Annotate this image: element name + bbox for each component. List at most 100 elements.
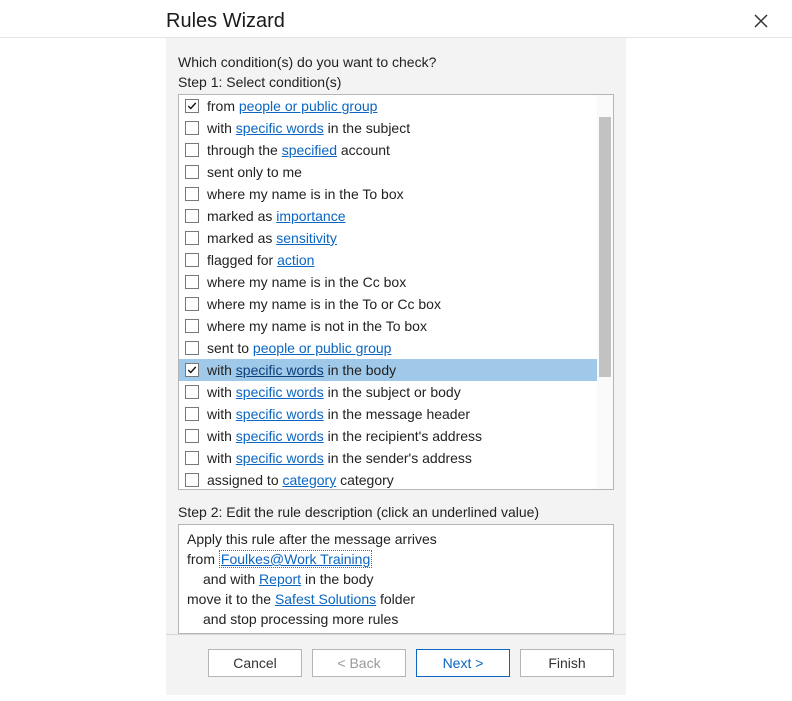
- desc-line-with: and with Report in the body: [187, 569, 605, 589]
- condition-row[interactable]: where my name is in the To box: [179, 183, 597, 205]
- condition-checkbox[interactable]: [185, 297, 199, 311]
- condition-link[interactable]: category: [283, 472, 337, 488]
- condition-link[interactable]: specific words: [236, 362, 324, 378]
- condition-text-part: marked as: [207, 230, 276, 246]
- condition-text: with specific words in the sender's addr…: [207, 448, 472, 468]
- condition-text-part: category: [336, 472, 394, 488]
- condition-checkbox[interactable]: [185, 319, 199, 333]
- condition-text: flagged for action: [207, 250, 314, 270]
- condition-row[interactable]: sent only to me: [179, 161, 597, 183]
- condition-row[interactable]: marked as sensitivity: [179, 227, 597, 249]
- condition-checkbox[interactable]: [185, 275, 199, 289]
- condition-checkbox[interactable]: [185, 385, 199, 399]
- condition-checkbox[interactable]: [185, 407, 199, 421]
- desc-folder-link[interactable]: Safest Solutions: [275, 591, 376, 607]
- condition-row[interactable]: through the specified account: [179, 139, 597, 161]
- condition-link[interactable]: specific words: [236, 428, 324, 444]
- condition-checkbox[interactable]: [185, 473, 199, 487]
- condition-link[interactable]: action: [277, 252, 314, 268]
- condition-text: from people or public group: [207, 96, 377, 116]
- desc-text: folder: [376, 591, 415, 607]
- condition-text-part: where my name is in the To box: [207, 186, 404, 202]
- condition-link[interactable]: specific words: [236, 406, 324, 422]
- condition-row[interactable]: with specific words in the message heade…: [179, 403, 597, 425]
- condition-row[interactable]: where my name is in the To or Cc box: [179, 293, 597, 315]
- condition-text: assigned to category category: [207, 470, 394, 490]
- condition-link[interactable]: specific words: [236, 384, 324, 400]
- condition-checkbox[interactable]: [185, 341, 199, 355]
- condition-text-part: assigned to: [207, 472, 283, 488]
- condition-text-part: sent to: [207, 340, 253, 356]
- condition-checkbox[interactable]: [185, 99, 199, 113]
- scrollbar-thumb[interactable]: [599, 117, 611, 377]
- condition-text-part: in the body: [324, 362, 396, 378]
- condition-row[interactable]: with specific words in the body: [179, 359, 597, 381]
- condition-row[interactable]: where my name is in the Cc box: [179, 271, 597, 293]
- condition-row[interactable]: with specific words in the subject: [179, 117, 597, 139]
- condition-checkbox[interactable]: [185, 121, 199, 135]
- desc-from-link[interactable]: Foulkes@Work Training: [219, 550, 372, 568]
- condition-row[interactable]: where my name is not in the To box: [179, 315, 597, 337]
- condition-text-part: with: [207, 450, 236, 466]
- condition-text-part: in the subject: [324, 120, 410, 136]
- condition-row[interactable]: with specific words in the subject or bo…: [179, 381, 597, 403]
- condition-link[interactable]: people or public group: [239, 98, 378, 114]
- condition-text-part: account: [337, 142, 390, 158]
- condition-row[interactable]: flagged for action: [179, 249, 597, 271]
- condition-text: through the specified account: [207, 140, 390, 160]
- condition-link[interactable]: specific words: [236, 120, 324, 136]
- condition-text-part: flagged for: [207, 252, 277, 268]
- condition-checkbox[interactable]: [185, 231, 199, 245]
- condition-checkbox[interactable]: [185, 451, 199, 465]
- condition-row[interactable]: from people or public group: [179, 95, 597, 117]
- condition-link[interactable]: people or public group: [253, 340, 392, 356]
- condition-checkbox[interactable]: [185, 165, 199, 179]
- condition-checkbox[interactable]: [185, 187, 199, 201]
- condition-text-part: where my name is not in the To box: [207, 318, 427, 334]
- condition-link[interactable]: sensitivity: [276, 230, 337, 246]
- scrollbar-track[interactable]: [597, 95, 613, 489]
- condition-checkbox[interactable]: [185, 363, 199, 377]
- condition-row[interactable]: with specific words in the sender's addr…: [179, 447, 597, 469]
- desc-with-link[interactable]: Report: [259, 571, 301, 587]
- condition-row[interactable]: sent to people or public group: [179, 337, 597, 359]
- condition-row[interactable]: marked as importance: [179, 205, 597, 227]
- condition-text-part: in the message header: [324, 406, 470, 422]
- condition-link[interactable]: specified: [282, 142, 337, 158]
- finish-button[interactable]: Finish: [520, 649, 614, 677]
- condition-text: where my name is in the To or Cc box: [207, 294, 441, 314]
- condition-row[interactable]: with specific words in the recipient's a…: [179, 425, 597, 447]
- step2-label: Step 2: Edit the rule description (click…: [178, 504, 626, 520]
- condition-text-part: with: [207, 428, 236, 444]
- condition-row[interactable]: assigned to category category: [179, 469, 597, 490]
- condition-text: with specific words in the body: [207, 360, 396, 380]
- next-button[interactable]: Next >: [416, 649, 510, 677]
- dialog-body: Which condition(s) do you want to check?…: [166, 38, 626, 695]
- condition-checkbox[interactable]: [185, 429, 199, 443]
- rule-description-box[interactable]: Apply this rule after the message arrive…: [178, 524, 614, 634]
- desc-line-stop: and stop processing more rules: [187, 609, 605, 629]
- condition-text: marked as sensitivity: [207, 228, 337, 248]
- condition-text-part: where my name is in the Cc box: [207, 274, 406, 290]
- condition-text-part: in the sender's address: [324, 450, 472, 466]
- cancel-button[interactable]: Cancel: [208, 649, 302, 677]
- condition-text: where my name is not in the To box: [207, 316, 427, 336]
- condition-checkbox[interactable]: [185, 209, 199, 223]
- condition-text: marked as importance: [207, 206, 346, 226]
- condition-text: sent to people or public group: [207, 338, 391, 358]
- close-button[interactable]: [750, 10, 772, 32]
- condition-text-part: with: [207, 406, 236, 422]
- conditions-listbox[interactable]: from people or public groupwith specific…: [178, 94, 614, 490]
- condition-link[interactable]: specific words: [236, 450, 324, 466]
- condition-text-part: with: [207, 120, 236, 136]
- rules-wizard-dialog: Rules Wizard Which condition(s) do you w…: [0, 0, 792, 701]
- condition-link[interactable]: importance: [276, 208, 345, 224]
- condition-text-part: from: [207, 98, 239, 114]
- condition-text-part: in the subject or body: [324, 384, 461, 400]
- titlebar: Rules Wizard: [0, 0, 792, 38]
- question-label: Which condition(s) do you want to check?: [178, 54, 626, 70]
- condition-checkbox[interactable]: [185, 253, 199, 267]
- button-row: Cancel < Back Next > Finish: [166, 634, 626, 695]
- condition-text: where my name is in the Cc box: [207, 272, 406, 292]
- condition-checkbox[interactable]: [185, 143, 199, 157]
